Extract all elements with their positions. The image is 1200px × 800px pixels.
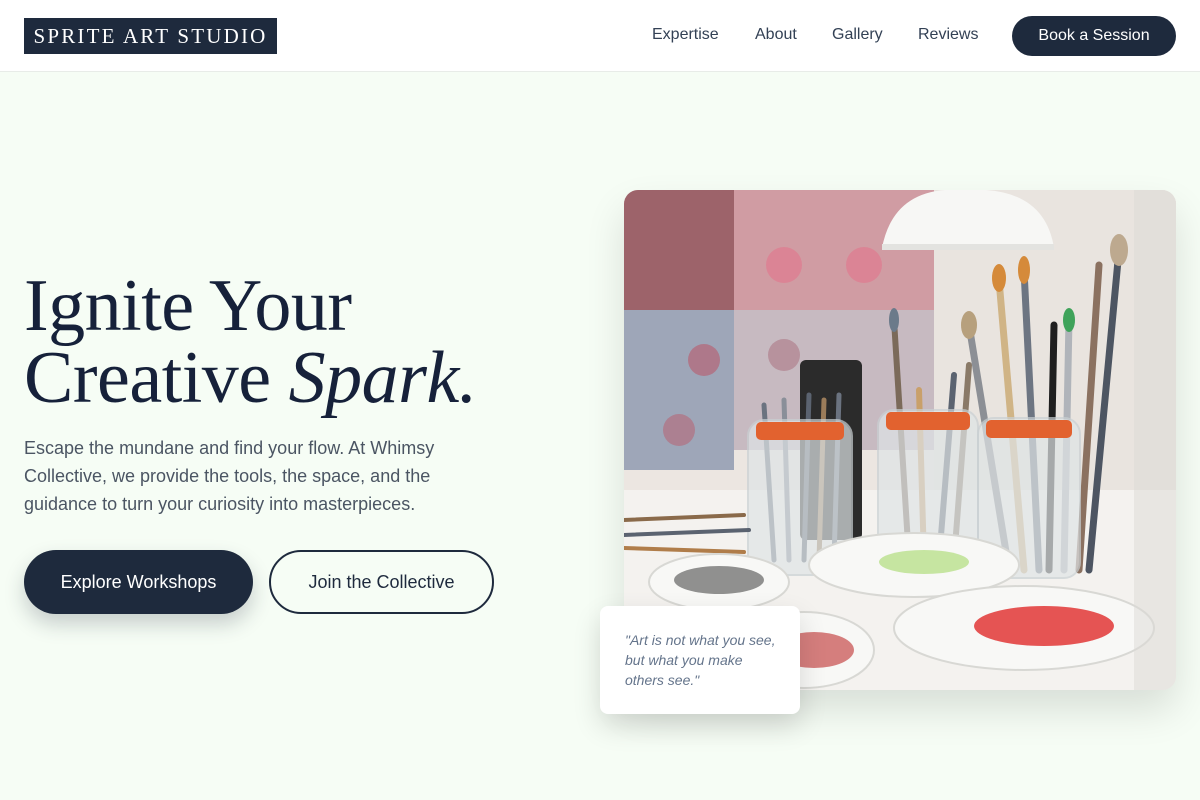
- hero-title-line2: Creative: [24, 337, 289, 419]
- hero-title-line1: Ignite Your: [24, 265, 352, 347]
- nav-link-gallery[interactable]: Gallery: [832, 26, 883, 44]
- explore-workshops-button[interactable]: Explore Workshops: [24, 550, 253, 614]
- join-collective-button[interactable]: Join the Collective: [269, 550, 494, 614]
- nav-link-reviews[interactable]: Reviews: [918, 26, 978, 44]
- quote-text: "Art is not what you see, but what you m…: [625, 632, 776, 688]
- nav-link-about[interactable]: About: [755, 26, 797, 44]
- site-header: SPRITE ART STUDIO Expertise About Galler…: [0, 0, 1200, 72]
- book-session-button[interactable]: Book a Session: [1012, 16, 1176, 56]
- hero-description: Escape the mundane and find your flow. A…: [24, 438, 435, 514]
- hero-title: Ignite Your Creative Spark.: [24, 269, 584, 415]
- hero-title-emphasis: Spark.: [288, 337, 478, 419]
- nav-link-expertise[interactable]: Expertise: [652, 26, 719, 44]
- brand-logo[interactable]: SPRITE ART STUDIO: [24, 18, 277, 54]
- quote-card: "Art is not what you see, but what you m…: [600, 606, 800, 714]
